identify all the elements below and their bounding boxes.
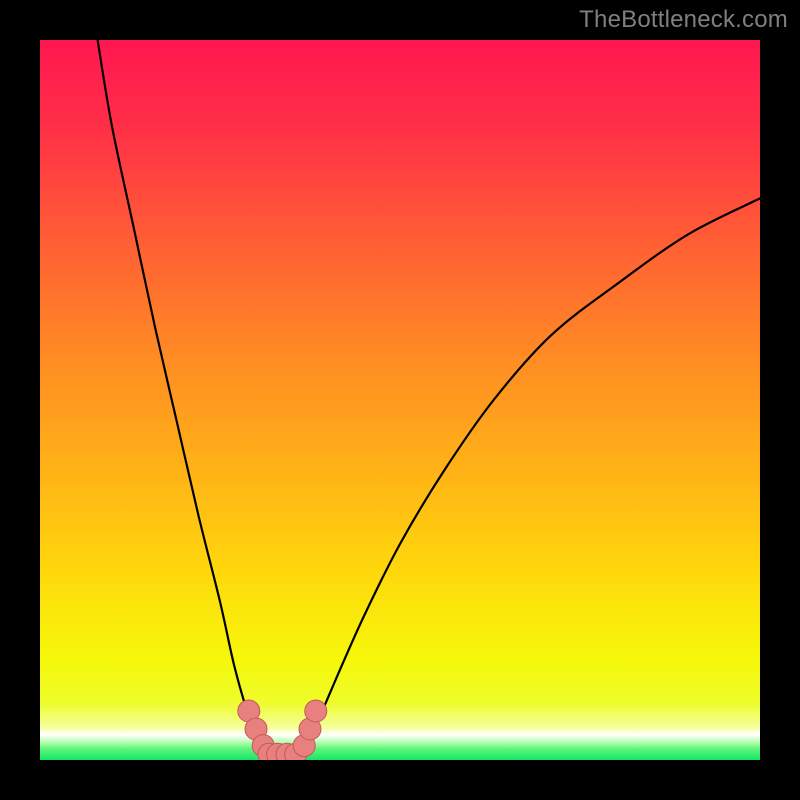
data-marker <box>305 700 327 722</box>
chart-frame: TheBottleneck.com <box>0 0 800 800</box>
watermark-text: TheBottleneck.com <box>579 6 788 34</box>
plot-svg <box>40 40 760 760</box>
plot-area <box>40 40 760 760</box>
gradient-background <box>40 40 760 760</box>
